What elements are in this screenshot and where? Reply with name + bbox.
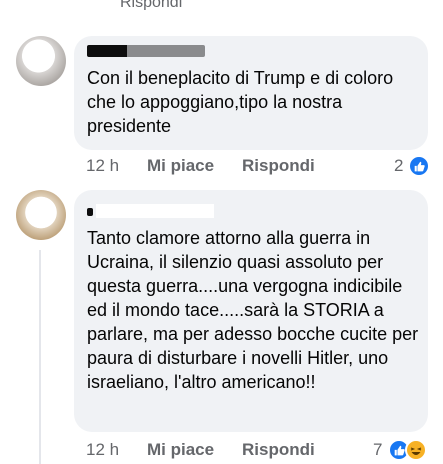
reaction-count[interactable]: 2 [394, 156, 403, 176]
top-crop-mask [120, 10, 210, 18]
reaction-count[interactable]: 7 [373, 440, 382, 460]
reply-button[interactable]: Rispondi [242, 440, 315, 460]
comment-text: Con il beneplacito di Trump e di coloro … [87, 68, 394, 136]
name-redaction-mask [96, 204, 214, 218]
reply-button[interactable]: Rispondi [242, 156, 315, 176]
comment-text: Tanto clamore attorno alla guerra in Ucr… [87, 228, 419, 392]
like-icon [408, 155, 430, 177]
haha-icon [405, 439, 427, 461]
avatar[interactable] [16, 190, 66, 240]
comment-timestamp[interactable]: 12 h [86, 156, 119, 176]
thread-line [39, 250, 41, 464]
comment-timestamp[interactable]: 12 h [86, 440, 119, 460]
like-button[interactable]: Mi piace [147, 440, 214, 460]
redacted-commenter-name[interactable] [87, 45, 207, 57]
avatar[interactable] [16, 36, 66, 86]
like-button[interactable]: Mi piace [147, 156, 214, 176]
redacted-commenter-name[interactable] [87, 208, 93, 216]
